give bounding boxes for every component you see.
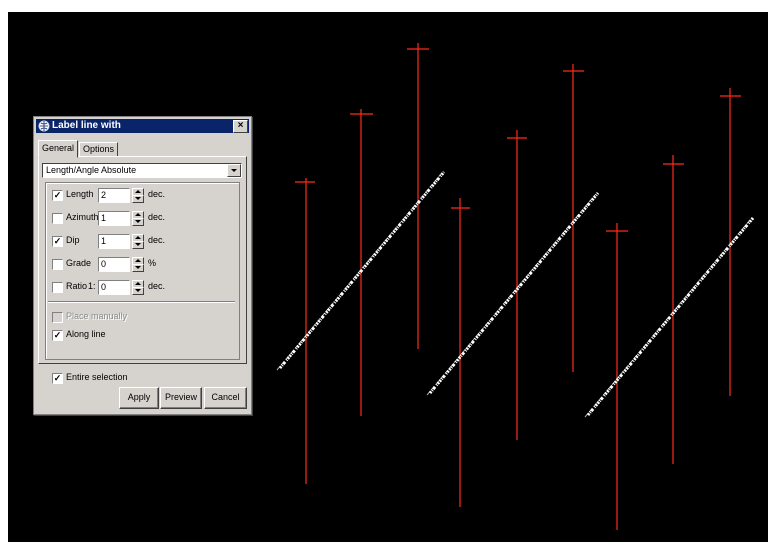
general-tab-panel: Length/Angle Absolute ✓ Length 2 dec. Az… (38, 156, 247, 364)
chevron-down-icon[interactable] (227, 164, 241, 177)
group-separator (48, 301, 235, 303)
label-line-dialog: Label line with × General Options Length… (33, 116, 252, 415)
ratio-checkbox[interactable] (52, 282, 63, 293)
dip-checkbox[interactable]: ✓ (52, 236, 63, 247)
azimuth-spinner[interactable] (132, 211, 144, 226)
azimuth-label: Azimuth (66, 212, 99, 222)
dip-decimals-input[interactable]: 1 (98, 234, 130, 249)
length-checkbox[interactable]: ✓ (52, 190, 63, 201)
spin-down-icon[interactable] (132, 264, 144, 272)
spin-down-icon[interactable] (132, 241, 144, 249)
tab-options[interactable]: Options (79, 142, 119, 157)
dip-spinner[interactable] (132, 234, 144, 249)
dialog-titlebar[interactable]: Label line with × (36, 119, 249, 133)
label-band (586, 217, 755, 416)
length-label: Length (66, 189, 94, 199)
apply-button[interactable]: Apply (119, 387, 159, 409)
app-globe-icon (38, 120, 50, 132)
spin-down-icon[interactable] (132, 195, 144, 203)
entire-selection-label: Entire selection (66, 372, 128, 382)
close-icon: × (237, 120, 244, 131)
label-mode-value: Length/Angle Absolute (46, 165, 137, 175)
tab-general[interactable]: General (38, 140, 79, 158)
grade-checkbox[interactable] (52, 259, 63, 270)
preview-button[interactable]: Preview (160, 387, 202, 409)
dip-unit: dec. (148, 235, 166, 245)
ratio-prefix: 1: (88, 281, 96, 291)
ratio-spinner[interactable] (132, 280, 144, 295)
spin-down-icon[interactable] (132, 287, 144, 295)
grade-unit: % (148, 258, 157, 268)
grade-label: Grade (66, 258, 92, 268)
place-manually-label: Place manually (66, 311, 128, 321)
ratio-decimals-input[interactable]: 0 (98, 280, 130, 295)
label-band (278, 171, 446, 369)
along-line-checkbox[interactable]: ✓ (52, 330, 63, 341)
azimuth-unit: dec. (148, 212, 166, 222)
azimuth-decimals-input[interactable]: 1 (98, 211, 130, 226)
place-manually-checkbox (52, 312, 63, 323)
along-line-label: Along line (66, 329, 106, 339)
label-band (276, 173, 442, 371)
spin-down-icon[interactable] (132, 218, 144, 226)
grade-decimals-input[interactable]: 0 (98, 257, 130, 272)
ratio-label: Ratio (66, 281, 88, 291)
length-unit: dec. (148, 189, 166, 199)
cancel-button[interactable]: Cancel (204, 387, 247, 409)
grade-spinner[interactable] (132, 257, 144, 272)
azimuth-checkbox[interactable] (52, 213, 63, 224)
label-options-group: ✓ Length 2 dec. Azimuth 1 dec. ✓ Dip 1 d… (45, 182, 240, 360)
label-mode-select[interactable]: Length/Angle Absolute (42, 163, 242, 178)
dialog-title: Label line with (52, 120, 121, 131)
close-button[interactable]: × (233, 120, 248, 133)
dip-label: Dip (66, 235, 80, 245)
ratio-unit: dec. (148, 281, 166, 291)
entire-selection-checkbox[interactable]: ✓ (52, 373, 63, 384)
length-spinner[interactable] (132, 188, 144, 203)
length-decimals-input[interactable]: 2 (98, 188, 130, 203)
label-band (584, 219, 751, 418)
